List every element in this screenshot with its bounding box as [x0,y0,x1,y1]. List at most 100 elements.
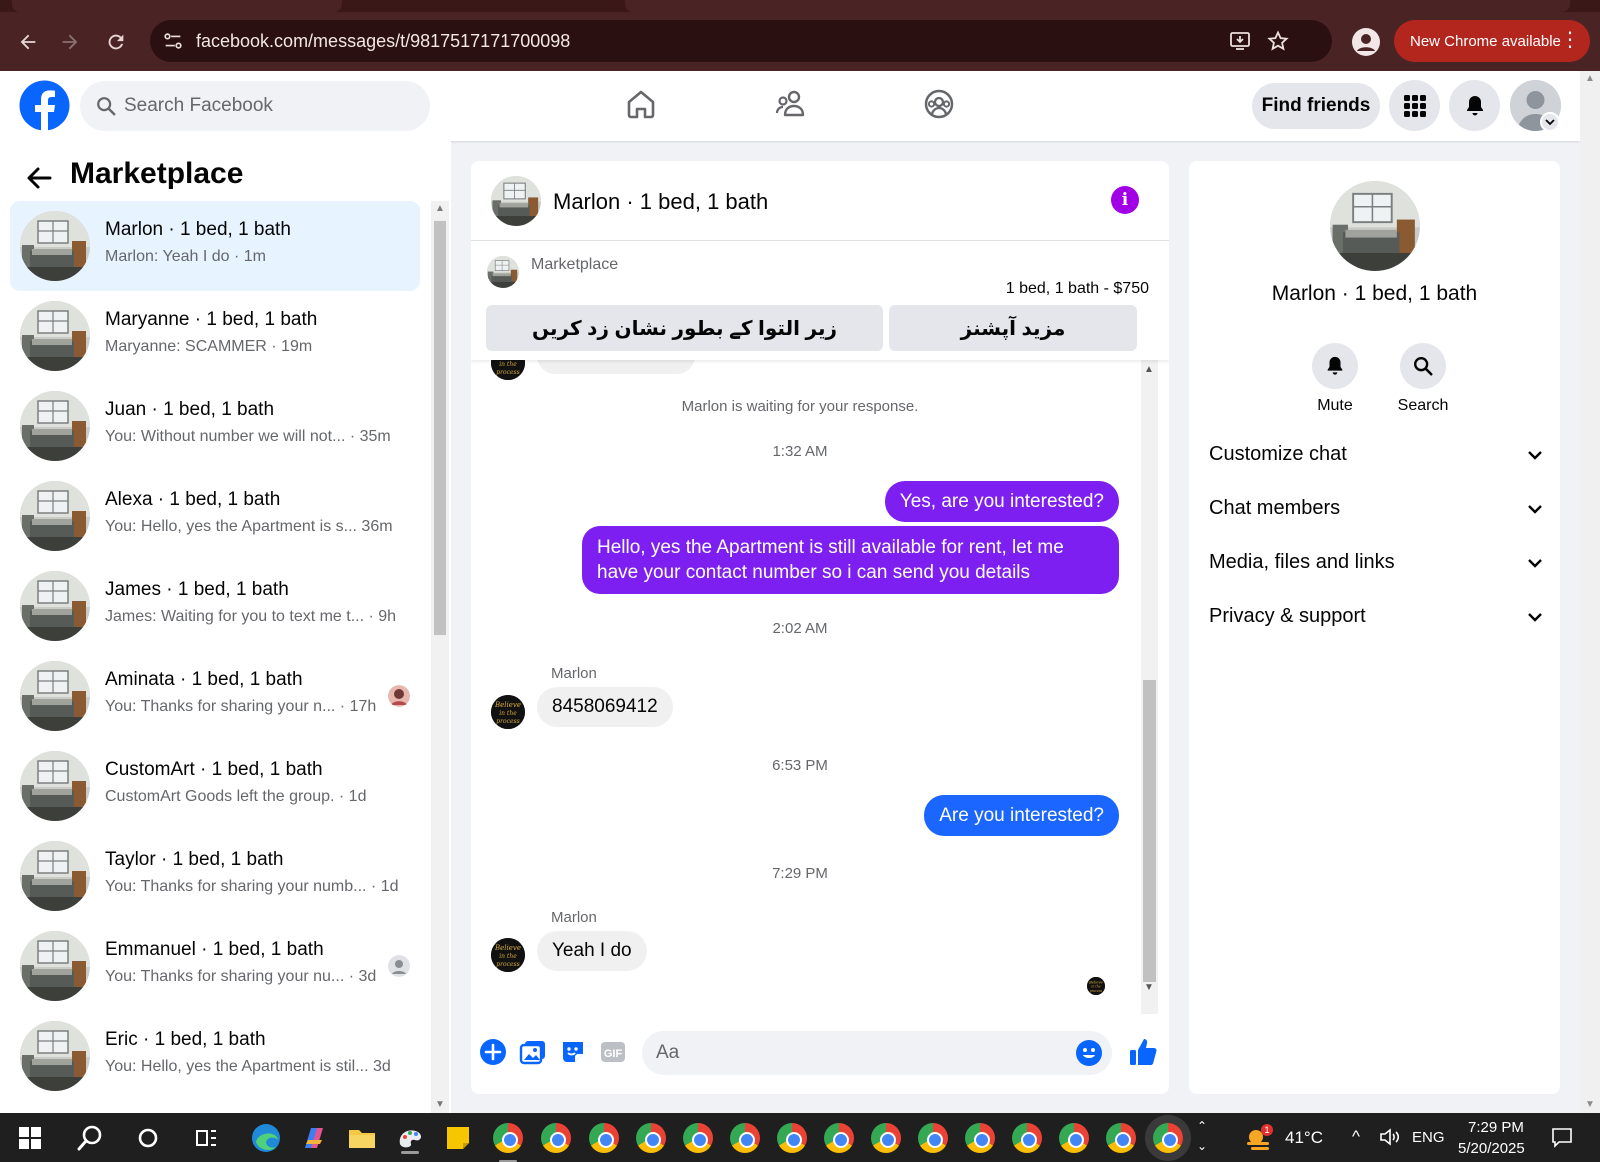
windows-start-icon[interactable] [14,1122,46,1154]
notifications-bell-icon[interactable] [1449,80,1500,131]
site-settings-icon[interactable] [162,30,184,52]
address-bar[interactable]: facebook.com/messages/t/9817517171700098 [150,20,1332,62]
search-icon[interactable] [1400,343,1446,389]
chrome-window-icon-active[interactable] [1153,1123,1183,1153]
clock-date[interactable]: 5/20/2025 [1458,1140,1525,1157]
gif-icon[interactable]: GIF [599,1038,627,1066]
search-input[interactable] [124,81,414,131]
taskbar-scroll-up-icon[interactable]: ⌃ [1197,1119,1207,1133]
chrome-window-icon[interactable] [824,1123,854,1153]
outgoing-message[interactable]: Yes, are you interested? [884,481,1119,522]
chat-scrollbar[interactable]: ▲ ▼ [1141,360,1158,1014]
browser-profile-icon[interactable] [1350,26,1382,58]
copilot-icon[interactable] [298,1122,330,1154]
home-icon[interactable] [624,87,658,121]
chat-title[interactable]: Marlon · 1 bed, 1 bath [553,189,768,215]
taskbar-search-icon[interactable] [74,1122,106,1154]
file-explorer-icon[interactable] [346,1122,378,1154]
conversation-item[interactable]: Alexa · 1 bed, 1 bath You: Hello, yes th… [10,471,420,561]
browser-tab[interactable] [12,0,342,12]
back-arrow-icon[interactable] [22,161,56,195]
mute-bell-icon[interactable] [1312,343,1358,389]
scroll-down-arrow-icon[interactable]: ▼ [1144,982,1154,993]
chat-avatar[interactable] [491,176,541,226]
sidebar-scrollbar[interactable]: ▲ ▼ [431,201,449,1113]
scroll-down-arrow-icon[interactable]: ▼ [435,1099,445,1110]
edge-browser-icon[interactable] [250,1122,282,1154]
incoming-message[interactable]: 8458069412 [537,687,673,727]
privacy-support-section[interactable]: Privacy & support [1209,597,1545,637]
scroll-up-arrow-icon[interactable]: ▲ [1144,364,1154,375]
sticker-icon[interactable] [559,1038,587,1066]
scroll-up-arrow-icon[interactable]: ▲ [1585,73,1595,84]
mark-as-pending-button[interactable]: زیر التوا کے بطور نشان زد کریں [486,305,883,351]
groups-icon[interactable] [922,87,956,121]
conversation-item[interactable]: Maryanne · 1 bed, 1 bath Maryanne: SCAMM… [10,291,420,381]
message-input[interactable] [656,1031,1056,1075]
conversation-item[interactable]: Marlon · 1 bed, 1 bath Marlon: Yeah I do… [10,201,420,291]
chrome-window-icon[interactable] [777,1123,807,1153]
chrome-window-icon[interactable] [1106,1123,1136,1153]
more-options-button[interactable]: مزید آپشنز [889,305,1137,351]
mute-button[interactable]: Mute [1295,343,1375,415]
clock-time[interactable]: 7:29 PM [1468,1119,1524,1136]
media-files-links-section[interactable]: Media, files and links [1209,543,1545,583]
chrome-window-icon[interactable] [683,1123,713,1153]
scroll-down-arrow-icon[interactable]: ▼ [1585,1099,1595,1110]
url-text[interactable]: facebook.com/messages/t/9817517171700098 [196,31,570,52]
temperature[interactable]: 41°C [1285,1128,1323,1148]
conversation-item[interactable]: CustomArt · 1 bed, 1 bath CustomArt Good… [10,741,420,831]
chrome-window-icon[interactable] [918,1123,948,1153]
show-hidden-icons-chevron-icon[interactable]: ^ [1352,1127,1360,1147]
weather-icon[interactable]: 1 [1243,1122,1275,1154]
notification-center-icon[interactable] [1550,1125,1574,1153]
speaker-volume-icon[interactable] [1378,1125,1402,1153]
chrome-update-button[interactable]: New Chrome available ⋮ [1394,20,1590,62]
scroll-up-arrow-icon[interactable]: ▲ [435,203,445,214]
conversation-item[interactable]: Taylor · 1 bed, 1 bath You: Thanks for s… [10,831,420,921]
chrome-window-icon[interactable] [730,1123,760,1153]
chrome-window-icon[interactable] [1012,1123,1042,1153]
install-app-icon[interactable] [1228,29,1252,53]
incoming-message[interactable]: Yeah I do [537,931,647,971]
back-nav-icon[interactable] [12,26,44,58]
listing-title-price[interactable]: 1 bed, 1 bath - $750 [1006,280,1149,298]
conversation-item[interactable]: Juan · 1 bed, 1 bath You: Without number… [10,381,420,471]
facebook-search[interactable] [80,81,430,131]
message-input-wrapper[interactable] [642,1031,1112,1075]
taskbar-scroll-down-icon[interactable]: ⌄ [1197,1139,1207,1153]
chrome-window-icon[interactable] [541,1123,571,1153]
conversation-item[interactable]: Emmanuel · 1 bed, 1 bath You: Thanks for… [10,921,420,1011]
forward-nav-icon[interactable] [54,26,86,58]
chrome-window-icon[interactable] [589,1123,619,1153]
facebook-logo-icon[interactable] [19,80,70,131]
menu-grid-icon[interactable] [1389,80,1440,131]
chrome-window-icon[interactable] [965,1123,995,1153]
task-view-icon[interactable] [190,1122,222,1154]
page-scrollbar[interactable]: ▲ ▼ [1580,71,1600,1113]
input-language[interactable]: ENG [1412,1129,1445,1146]
scrollbar-thumb[interactable] [434,221,446,635]
chat-members-section[interactable]: Chat members [1209,489,1545,529]
sticky-notes-icon[interactable] [442,1122,474,1154]
reload-icon[interactable] [100,26,132,58]
account-chevron-down-icon[interactable] [1540,112,1560,132]
outgoing-message[interactable]: Are you interested? [924,795,1119,836]
chrome-window-icon[interactable] [636,1123,666,1153]
chrome-window-icon[interactable] [493,1123,523,1162]
conversation-item[interactable]: James · 1 bed, 1 bath James: Waiting for… [10,561,420,651]
find-friends-button[interactable]: Find friends [1252,83,1380,129]
customize-chat-section[interactable]: Customize chat [1209,435,1545,475]
search-in-conversation-button[interactable]: Search [1383,343,1463,415]
conversation-info-icon[interactable]: i [1111,186,1139,214]
conversation-item[interactable]: Aminata · 1 bed, 1 bath You: Thanks for … [10,651,420,741]
emoji-icon[interactable] [1075,1039,1103,1067]
browser-tab[interactable] [625,0,1570,12]
chrome-window-icon[interactable] [871,1123,901,1153]
photo-attach-icon[interactable] [519,1038,547,1066]
chrome-window-icon[interactable] [1059,1123,1089,1153]
plus-circle-icon[interactable] [479,1038,507,1066]
bookmark-star-icon[interactable] [1266,29,1290,53]
outgoing-message[interactable]: Hello, yes the Apartment is still availa… [582,526,1119,594]
kebab-menu-icon[interactable]: ⋮ [1560,28,1580,52]
